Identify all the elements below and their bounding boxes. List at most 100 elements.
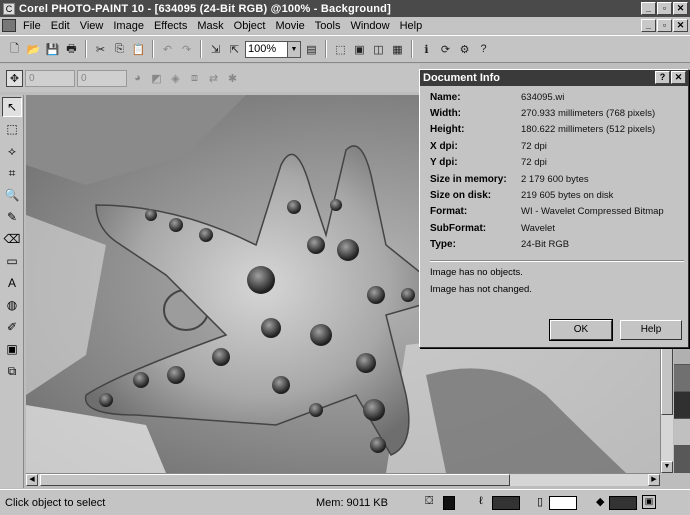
scroll-left-icon[interactable]: ◀: [26, 474, 38, 486]
info-value: 634095.wi: [521, 91, 565, 103]
menu-movie[interactable]: Movie: [270, 20, 309, 32]
dialog-divider: [430, 260, 684, 262]
lock-transparency-icon[interactable]: ▦: [389, 41, 406, 58]
move-tool-icon[interactable]: ✥: [6, 69, 23, 87]
help-button[interactable]: Help: [620, 320, 682, 340]
menu-image[interactable]: Image: [108, 20, 149, 32]
paint-bucket-icon: ⛋: [425, 495, 434, 507]
info-label: Height:: [430, 124, 465, 136]
info-label: Format:: [430, 206, 468, 218]
window-title: Corel PHOTO-PAINT 10 - [634095 (24-Bit R…: [19, 2, 391, 15]
scroll-thumb[interactable]: [40, 474, 510, 486]
ok-button[interactable]: OK: [549, 319, 613, 341]
import-icon[interactable]: ⇲: [207, 41, 224, 58]
distort-icon[interactable]: ◈: [167, 70, 184, 87]
doc-restore-button[interactable]: ▫: [657, 19, 672, 32]
palette-swatch[interactable]: [674, 446, 690, 473]
mask-mode-icon[interactable]: ▣: [642, 495, 656, 509]
dialog-title-bar: Document Info ? ✕: [420, 70, 688, 86]
paint-color-swatch[interactable]: [443, 496, 455, 510]
zoom-level-icon[interactable]: ▤: [303, 41, 320, 58]
eyedropper-icon[interactable]: ✎: [2, 207, 22, 227]
scroll-right-icon[interactable]: ▶: [648, 474, 660, 486]
minimize-button[interactable]: _: [641, 2, 656, 15]
doc-minimize-button[interactable]: _: [641, 19, 656, 32]
menu-edit[interactable]: Edit: [46, 20, 75, 32]
pick-tool-icon[interactable]: ↖: [2, 97, 22, 117]
horizontal-scrollbar[interactable]: ◀ ▶: [26, 473, 660, 486]
refresh-icon[interactable]: ⟳: [437, 41, 454, 58]
dialog-title: Document Info: [423, 72, 500, 84]
cut-icon[interactable]: ✂: [92, 41, 109, 58]
crop-tool-icon[interactable]: ⌗: [2, 163, 22, 183]
restore-button[interactable]: ▫: [657, 2, 672, 15]
new-file-icon[interactable]: 🗋: [6, 41, 23, 58]
app-icon[interactable]: C: [3, 2, 15, 15]
clone-tool-icon[interactable]: ⧉: [2, 361, 22, 381]
effect-tool-icon[interactable]: ▣: [2, 339, 22, 359]
skew-icon[interactable]: ◩: [148, 70, 165, 87]
transform-icon[interactable]: ✱: [224, 70, 241, 87]
menu-help[interactable]: Help: [395, 20, 428, 32]
property-bar: ✥ 0 0 ◕ ◩ ◈ ⧈ ⇄ ✱: [0, 64, 420, 92]
info-label: Name:: [430, 91, 461, 103]
zoom-tool-icon[interactable]: 🔍: [2, 185, 22, 205]
scroll-down-icon[interactable]: ▼: [661, 461, 673, 473]
mask-transform-icon[interactable]: ⟡: [2, 141, 22, 161]
whats-this-help-icon[interactable]: ?: [475, 41, 492, 58]
perspective-icon[interactable]: ⧈: [186, 70, 203, 87]
eraser-icon[interactable]: ⌫: [2, 229, 22, 249]
print-icon[interactable]: 🖶: [63, 41, 80, 58]
info-value: 72 dpi: [521, 157, 547, 169]
mask-overlay-icon[interactable]: ▣: [351, 41, 368, 58]
menu-tools[interactable]: Tools: [310, 20, 346, 32]
info-icon[interactable]: ℹ: [418, 41, 435, 58]
menu-window[interactable]: Window: [345, 20, 394, 32]
chevron-down-icon[interactable]: ▼: [287, 41, 300, 57]
background-color-swatch[interactable]: [549, 496, 577, 510]
fill-tool-icon[interactable]: ◍: [2, 295, 22, 315]
open-folder-icon[interactable]: 📂: [25, 41, 42, 58]
fill-color-swatch[interactable]: [609, 496, 637, 510]
close-button[interactable]: ✕: [673, 2, 688, 15]
menu-effects[interactable]: Effects: [149, 20, 192, 32]
dialog-close-button[interactable]: ✕: [671, 71, 686, 84]
info-value: 2 179 600 bytes: [521, 173, 589, 185]
doc-close-button[interactable]: ✕: [673, 19, 688, 32]
toolbar-separator: [411, 40, 413, 58]
foreground-color-swatch[interactable]: [492, 496, 520, 510]
rotate-icon[interactable]: ◕: [129, 70, 146, 87]
zoom-select[interactable]: 100% ▼: [245, 40, 301, 58]
fill-icon: ◆: [596, 496, 605, 508]
info-value: 72 dpi: [521, 140, 547, 152]
x-position-field[interactable]: 0: [25, 69, 75, 87]
flip-icon[interactable]: ⇄: [205, 70, 222, 87]
undo-icon[interactable]: ↶: [159, 41, 176, 58]
palette-swatch[interactable]: [674, 419, 690, 446]
rectangle-tool-icon[interactable]: ▭: [2, 251, 22, 271]
dialog-help-button[interactable]: ?: [655, 71, 670, 84]
info-table: Name: 634095.wi Width: 270.933 millimeters…: [430, 89, 685, 253]
paint-tool-icon[interactable]: ✐: [2, 317, 22, 337]
application-launcher-icon[interactable]: ⚙: [456, 41, 473, 58]
menu-file[interactable]: File: [18, 20, 46, 32]
redo-icon[interactable]: ↷: [178, 41, 195, 58]
palette-swatch[interactable]: [674, 392, 690, 419]
export-icon[interactable]: ⇱: [226, 41, 243, 58]
paste-icon[interactable]: 📋: [130, 41, 147, 58]
save-icon[interactable]: 💾: [44, 41, 61, 58]
menu-view[interactable]: View: [75, 20, 109, 32]
mask-tool-icon[interactable]: ⬚: [2, 119, 22, 139]
object-marquee-icon[interactable]: ◫: [370, 41, 387, 58]
palette-swatch[interactable]: [674, 365, 690, 392]
info-row: Y dpi: 72 dpi: [430, 155, 685, 171]
document-icon[interactable]: [2, 19, 16, 32]
title-bar: C Corel PHOTO-PAINT 10 - [634095 (24-Bit…: [0, 0, 690, 17]
copy-icon[interactable]: ⎘: [111, 41, 128, 58]
y-position-field[interactable]: 0: [77, 69, 127, 87]
text-tool-icon[interactable]: A: [2, 273, 22, 293]
menu-mask[interactable]: Mask: [192, 20, 228, 32]
menu-object[interactable]: Object: [229, 20, 271, 32]
info-value: Wavelet: [521, 222, 555, 234]
mask-marquee-icon[interactable]: ⬚: [332, 41, 349, 58]
